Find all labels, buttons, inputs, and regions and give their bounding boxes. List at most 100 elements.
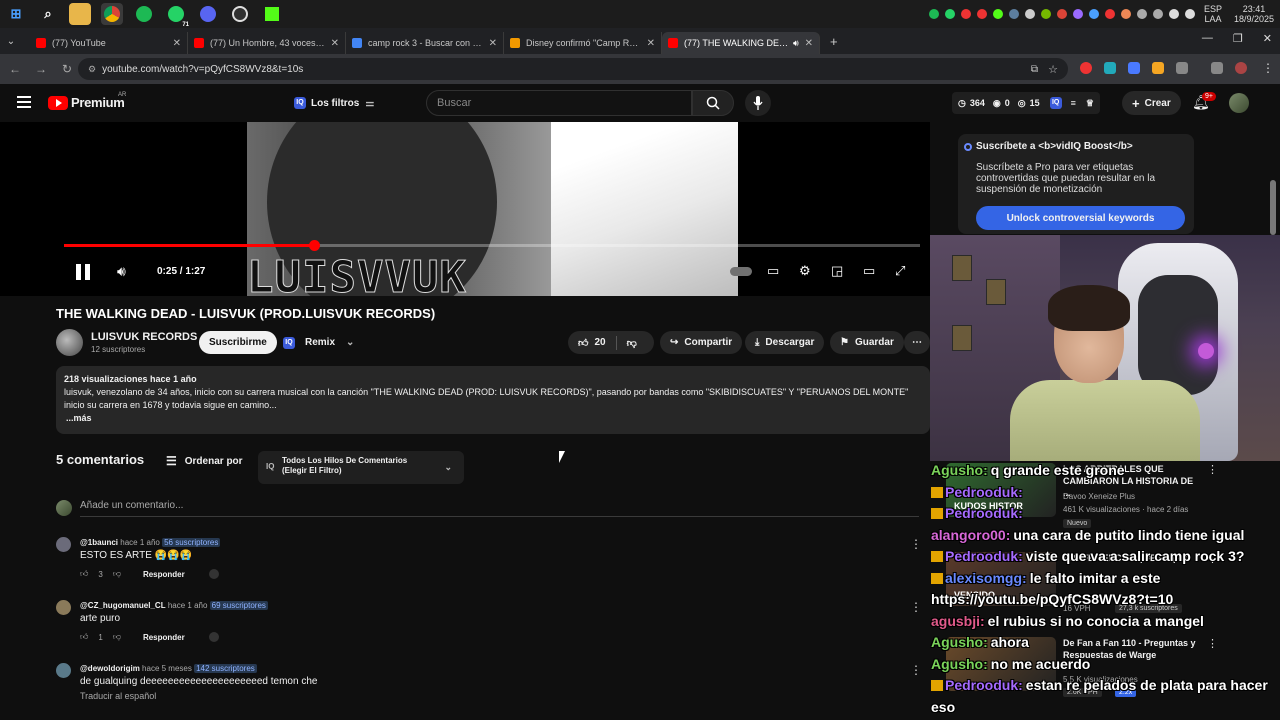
comment-dislike-icon[interactable]: 👎︎ (113, 569, 121, 579)
ext-sound-icon[interactable] (1128, 62, 1140, 74)
profile-avatar[interactable] (1235, 62, 1247, 74)
translate-link[interactable]: Traducir al español (80, 691, 156, 701)
obs-icon[interactable] (229, 3, 251, 25)
tab-close-icon[interactable]: ✕ (331, 38, 339, 49)
video-player[interactable]: LUISVVUK 🔊︎ 0:25 / 1:27 ▭ ⚙ ◲ ▭ ⤢ (0, 122, 930, 296)
bookmark-star-icon[interactable]: ☆ (1048, 63, 1058, 76)
unlock-keywords-button[interactable]: Unlock controversial keywords (976, 206, 1185, 230)
subtitles-icon[interactable]: ▭ (767, 263, 779, 279)
browser-tab[interactable]: (77) YouTube ✕ (30, 32, 188, 54)
install-icon[interactable]: ⧉ (1031, 64, 1038, 75)
theater-mode-icon[interactable]: ▭ (863, 263, 875, 279)
tray-shield-icon[interactable] (1088, 9, 1099, 19)
url-input[interactable]: ⚙ youtube.com/watch?v=pQyfCS8WVz8&t=10s … (78, 58, 1068, 80)
sort-button[interactable]: ☰ Ordenar por (166, 454, 243, 468)
fullscreen-icon[interactable]: ⤢ (895, 263, 905, 279)
thumbs-down-icon[interactable]: 👎︎ (627, 337, 637, 349)
vidiq-stats[interactable]: ◷ 364 ◉ 0 ◎ 15 IQ ≡ ♕ (952, 92, 1100, 114)
voice-search-button[interactable] (745, 90, 771, 116)
tray-spotify-icon[interactable] (928, 9, 939, 19)
autoplay-toggle[interactable] (730, 267, 752, 276)
close-window-icon[interactable]: ✕ (1263, 32, 1272, 45)
comment-more-icon[interactable]: ⋮ (910, 537, 922, 551)
tray-app2-icon[interactable] (1104, 9, 1115, 19)
back-icon[interactable]: ← (4, 62, 26, 76)
account-avatar[interactable] (1229, 93, 1249, 113)
tray-settings-icon[interactable] (1136, 9, 1147, 19)
site-info-icon[interactable]: ⚙ (88, 64, 96, 75)
comment-handle[interactable]: @CZ_hugomanuel_CL (80, 601, 166, 610)
comment-handle[interactable]: @dewoldorigim (80, 664, 140, 673)
show-more-link[interactable]: ...más (66, 412, 922, 425)
whatsapp-icon[interactable]: 71 (165, 3, 189, 28)
comment-like-icon[interactable]: 👍︎ (80, 569, 88, 579)
browser-tab[interactable]: (77) THE WALKING DEAD - 🔊︎ ✕ (662, 32, 820, 54)
tab-close-icon[interactable]: ✕ (805, 38, 813, 49)
tray-app-icon[interactable] (976, 9, 987, 19)
tray-kick-icon[interactable] (992, 9, 1003, 19)
reading-list-icon[interactable] (1211, 62, 1223, 74)
description-box[interactable]: 218 visualizaciones hace 1 año luisvuk, … (56, 366, 930, 434)
chrome-menu-icon[interactable]: ⋮ (1262, 61, 1274, 75)
reply-button[interactable]: Responder (143, 570, 185, 579)
vidiq-reply-icon[interactable] (208, 569, 219, 579)
subscribe-button[interactable]: Suscribirme (199, 331, 277, 354)
comment-filter-dropdown[interactable]: IQ Todos Los Hilos De Comentarios (Elegi… (258, 451, 464, 484)
tab-audio-icon[interactable]: 🔊︎ (793, 38, 799, 49)
add-comment-input[interactable]: Añade un comentario... (80, 500, 919, 517)
reply-button[interactable]: Responder (143, 633, 185, 642)
comment-more-icon[interactable]: ⋮ (910, 663, 922, 677)
share-button[interactable]: ↪ Compartir (660, 331, 743, 354)
search-button[interactable] (692, 90, 734, 116)
miniplayer-icon[interactable]: ◲ (831, 263, 843, 279)
minimize-icon[interactable]: — (1202, 32, 1213, 45)
comment-more-icon[interactable]: ⋮ (910, 600, 922, 614)
tray-whatsapp-icon[interactable] (944, 9, 955, 19)
start-icon[interactable]: ⊞ (5, 3, 27, 25)
reload-icon[interactable]: ↻ (56, 62, 78, 76)
chrome-icon[interactable] (101, 3, 123, 25)
create-button[interactable]: + Crear (1122, 91, 1181, 115)
settings-gear-icon[interactable]: ⚙ (799, 263, 811, 279)
spotify-icon[interactable] (133, 3, 155, 25)
comment-avatar[interactable] (56, 663, 71, 678)
ext-vidiq-icon[interactable] (1104, 62, 1116, 74)
tray-wifi-icon[interactable] (1168, 9, 1179, 19)
comment-avatar[interactable] (56, 537, 71, 552)
comment-like-icon[interactable]: 👍︎ (80, 632, 88, 642)
browser-tab[interactable]: Disney confirmó "Camp Rock 3" ✕ (504, 32, 662, 54)
file-explorer-icon[interactable] (69, 3, 91, 25)
tray-nvidia-icon[interactable] (1040, 9, 1051, 19)
discord-icon[interactable] (197, 3, 219, 25)
tray-app3-icon[interactable] (1120, 9, 1131, 19)
progress-scrubber[interactable] (308, 240, 320, 251)
save-button[interactable]: ⚑ Guardar (830, 331, 904, 354)
tab-close-icon[interactable]: ✕ (173, 38, 181, 49)
thumbs-up-icon[interactable]: 👍︎ (578, 337, 588, 349)
browser-tab[interactable]: (77) Un Hombre, 43 voces (con ✕ (188, 32, 346, 54)
more-actions-button[interactable]: ⋯ (904, 331, 930, 354)
comment-avatar[interactable] (56, 600, 71, 615)
tray-monitor-icon[interactable] (1024, 9, 1035, 19)
sidebar-scrollbar[interactable] (1270, 180, 1276, 235)
tray-steam-icon[interactable] (1008, 9, 1019, 19)
download-button[interactable]: ⤓ Descargar (745, 331, 825, 354)
tray-volume-icon[interactable] (1184, 9, 1195, 19)
tab-close-icon[interactable]: ✕ (647, 38, 655, 49)
hamburger-menu-icon[interactable] (17, 96, 31, 108)
youtube-premium-logo[interactable]: Premium AR (48, 92, 126, 110)
tab-search-chevron-icon[interactable]: ⌄ (0, 36, 22, 47)
remix-button[interactable]: IQ Remix ⌄ (283, 332, 354, 353)
ext-play-icon[interactable] (1152, 62, 1164, 74)
comment-handle[interactable]: @1baunci (80, 538, 118, 547)
restore-icon[interactable]: ❐ (1233, 32, 1243, 45)
tray-chrome-icon[interactable] (1056, 9, 1067, 19)
kick-icon[interactable] (261, 3, 283, 25)
channel-avatar[interactable] (56, 329, 83, 356)
extensions-puzzle-icon[interactable] (1176, 62, 1188, 74)
search-input[interactable]: Buscar (426, 90, 692, 116)
ext-record-icon[interactable] (1080, 62, 1092, 74)
tab-close-icon[interactable]: ✕ (489, 38, 497, 49)
search-icon[interactable]: ⌕ (37, 3, 59, 25)
vidiq-reply-icon[interactable] (208, 632, 219, 642)
